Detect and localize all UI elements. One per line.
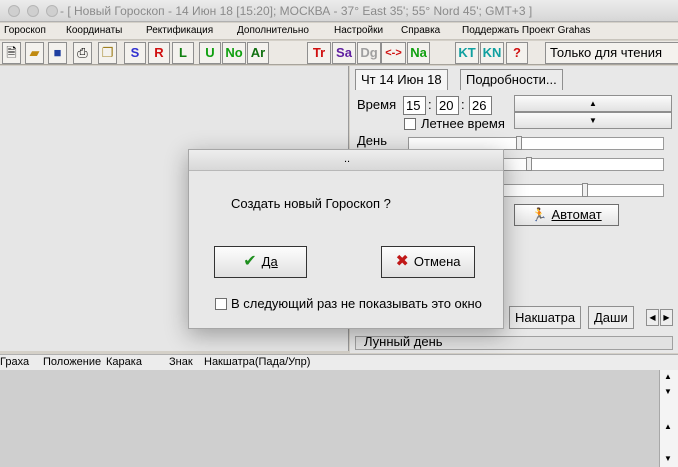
tab-nakshatra[interactable]: Накшатра	[509, 306, 582, 329]
toolbar-button-u[interactable]: U	[199, 42, 221, 64]
tab-scroll-left[interactable]: ◀	[646, 309, 659, 326]
toolbar-button-tr[interactable]: Tr	[307, 42, 331, 64]
seconds-field[interactable]: 26	[469, 96, 492, 115]
toolbar-button-ar[interactable]: Ar	[247, 42, 269, 64]
menu-help[interactable]: Справка	[401, 25, 440, 36]
tab-date[interactable]: Чт 14 Июн 18	[355, 69, 448, 90]
toolbar-button-kn[interactable]: KN	[480, 42, 504, 64]
menu-support-project[interactable]: Поддержать Проект Grahas	[462, 25, 590, 36]
menu-horoscope[interactable]: Гороскоп	[4, 25, 46, 36]
dont-show-checkbox[interactable]	[215, 298, 227, 310]
year-slider-thumb[interactable]	[582, 183, 588, 197]
time-spin-down[interactable]: ▼	[514, 112, 672, 129]
zoom-window-button[interactable]	[46, 5, 58, 17]
tab-scroll-right[interactable]: ▶	[660, 309, 673, 326]
cancel-button[interactable]: ✖ Отмена	[381, 246, 475, 278]
save-disk-icon[interactable]: ■	[48, 42, 67, 64]
table-header: Граха Положение Карака Знак Накшатра(Пад…	[0, 354, 678, 370]
column-nakshatra[interactable]: Накшатра(Пада/Упр)	[204, 356, 310, 368]
open-folder-icon[interactable]: ▰	[25, 42, 44, 64]
dialog-message: Создать новый Гороскоп ?	[231, 196, 391, 211]
month-slider-thumb[interactable]	[526, 157, 532, 171]
dialog-title: ..	[189, 150, 503, 171]
minutes-field[interactable]: 20	[436, 96, 459, 115]
scroll-up-icon[interactable]: ▲	[664, 372, 672, 381]
dst-label: Летнее время	[421, 116, 505, 131]
yes-button[interactable]: ✔ Да	[214, 246, 307, 278]
menu-additional[interactable]: Дополнительно	[237, 25, 309, 36]
toolbar-button-l[interactable]: L	[172, 42, 194, 64]
minimize-window-button[interactable]	[27, 5, 39, 17]
toolbar-button-no[interactable]: No	[222, 42, 246, 64]
toolbar-button-help[interactable]: ?	[506, 42, 528, 64]
toolbar-button-s[interactable]: S	[124, 42, 146, 64]
confirm-dialog: .. Создать новый Гороскоп ? ✔ Да ✖ Отмена …	[188, 149, 504, 329]
time-separator: :	[428, 97, 432, 112]
new-file-icon[interactable]: 🗎	[2, 42, 21, 64]
readonly-indicator[interactable]: Только для чтения	[545, 42, 678, 64]
toolbar-button-swap[interactable]: <->	[381, 42, 406, 64]
title-bar: - [ Новый Гороскоп - 14 Июн 18 [15:20]; …	[0, 0, 678, 22]
toolbar: 🗎 ▰ ■ ⎙ ❐ S R L U No Ar Tr Sa Dg <-> Na …	[0, 41, 678, 65]
column-sign[interactable]: Знак	[169, 356, 193, 368]
toolbar-button-r[interactable]: R	[148, 42, 170, 64]
yes-label: Да	[261, 254, 278, 269]
automat-label: Автомат	[551, 207, 602, 222]
toolbar-button-kt[interactable]: KT	[455, 42, 479, 64]
planets-table	[0, 370, 678, 467]
automat-button[interactable]: 🏃 Автомат	[514, 204, 619, 226]
toolbar-button-sa[interactable]: Sa	[332, 42, 356, 64]
scroll-down-icon[interactable]: ▼	[664, 454, 672, 463]
checkmark-icon: ✔	[243, 253, 257, 270]
menu-settings[interactable]: Настройки	[334, 25, 383, 36]
running-man-icon: 🏃	[531, 207, 548, 222]
tab-details[interactable]: Подробности...	[460, 69, 563, 90]
time-spin-up[interactable]: ▲	[514, 95, 672, 112]
time-label: Время	[357, 97, 397, 112]
column-karaka[interactable]: Карака	[106, 356, 142, 368]
scroll-up-icon[interactable]: ▲	[664, 422, 672, 431]
close-x-icon: ✖	[395, 253, 409, 270]
hours-field[interactable]: 15	[403, 96, 426, 115]
copy-icon[interactable]: ❐	[98, 42, 117, 64]
day-label: День	[357, 133, 387, 148]
close-window-button[interactable]	[8, 5, 20, 17]
dont-show-label[interactable]: В следующий раз не показывать это окно	[231, 296, 482, 311]
lunar-day-label: Лунный день	[364, 334, 443, 349]
toolbar-button-dg[interactable]: Dg	[357, 42, 381, 64]
vertical-scrollbar[interactable]: ▲ ▼ ▲ ▼	[659, 370, 678, 467]
dst-checkbox[interactable]	[404, 118, 416, 130]
toolbar-button-na[interactable]: Na	[407, 42, 430, 64]
day-slider-thumb[interactable]	[516, 136, 522, 150]
menu-bar: Гороскоп Координаты Ректификация Дополни…	[0, 23, 678, 40]
cancel-label: Отмена	[413, 254, 461, 269]
column-graha[interactable]: Граха	[0, 356, 29, 368]
menu-coordinates[interactable]: Координаты	[66, 25, 122, 36]
menu-rectification[interactable]: Ректификация	[146, 25, 213, 36]
scroll-down-icon[interactable]: ▼	[664, 387, 672, 396]
print-icon[interactable]: ⎙	[73, 42, 92, 64]
window-title: - [ Новый Гороскоп - 14 Июн 18 [15:20]; …	[60, 4, 533, 18]
tab-dashi[interactable]: Даши	[588, 306, 634, 329]
column-position[interactable]: Положение	[43, 356, 101, 368]
time-separator: :	[461, 97, 465, 112]
